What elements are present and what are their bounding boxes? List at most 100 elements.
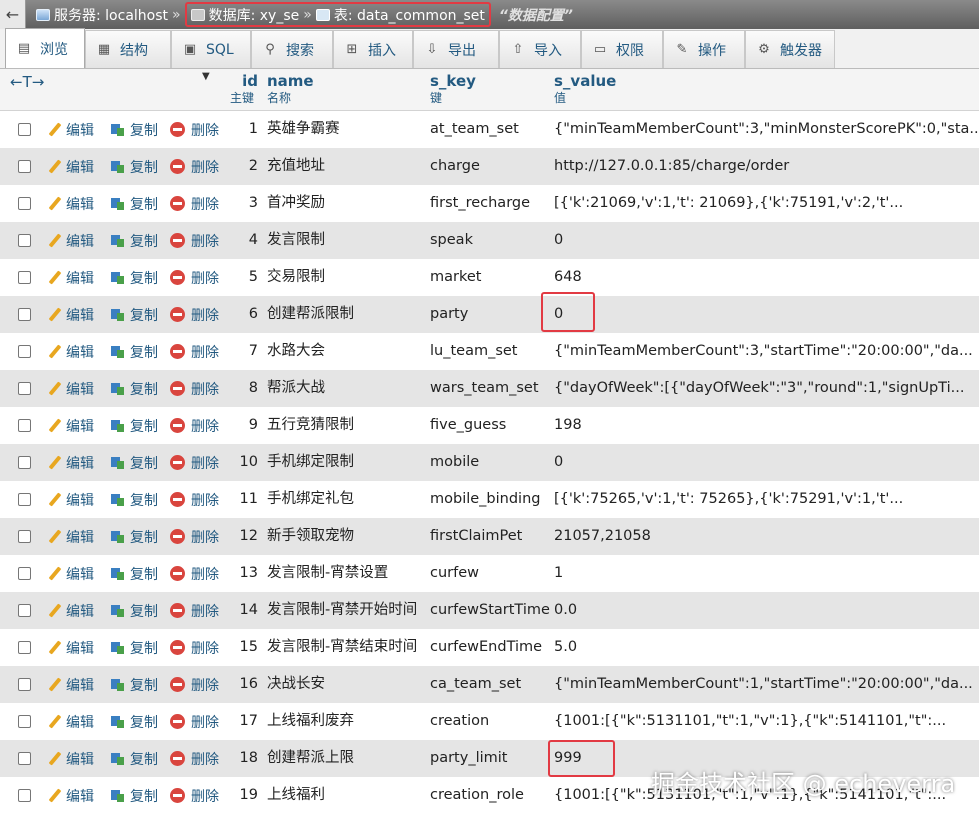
tab-import[interactable]: ⇧ 导入 [499, 30, 581, 68]
cell-name[interactable]: 手机绑定限制 [267, 444, 427, 481]
cell-name[interactable]: 决战长安 [267, 666, 427, 703]
cell-id[interactable]: 16 [228, 666, 258, 703]
cell-id[interactable]: 6 [228, 296, 258, 333]
cell-id[interactable]: 7 [228, 333, 258, 370]
table-label[interactable]: 表: data_common_set [334, 5, 485, 25]
delete-button[interactable]: 删除 [170, 407, 219, 444]
edit-button[interactable]: 编辑 [48, 185, 94, 222]
row-checkbox[interactable] [18, 123, 31, 136]
cell-s-value[interactable]: {1001:[{"k":5131101,"t":1,"v":1},{"k":51… [554, 703, 979, 740]
cell-id[interactable]: 14 [228, 592, 258, 629]
cell-s-key[interactable]: curfewStartTime [430, 592, 550, 629]
cell-name[interactable]: 发言限制-宵禁结束时间 [267, 629, 427, 666]
column-s-key[interactable]: s_key 键 [430, 72, 476, 106]
delete-button[interactable]: 删除 [170, 444, 219, 481]
cell-id[interactable]: 8 [228, 370, 258, 407]
delete-button[interactable]: 删除 [170, 333, 219, 370]
copy-button[interactable]: 复制 [110, 666, 158, 703]
edit-button[interactable]: 编辑 [48, 259, 94, 296]
copy-button[interactable]: 复制 [110, 185, 158, 222]
edit-button[interactable]: 编辑 [48, 407, 94, 444]
edit-button[interactable]: 编辑 [48, 666, 94, 703]
cell-s-key[interactable]: at_team_set [430, 111, 550, 148]
row-checkbox[interactable] [18, 345, 31, 358]
cell-s-key[interactable]: party_limit [430, 740, 550, 777]
delete-button[interactable]: 删除 [170, 629, 219, 666]
cell-name[interactable]: 上线福利废弃 [267, 703, 427, 740]
cell-name[interactable]: 创建帮派上限 [267, 740, 427, 777]
copy-button[interactable]: 复制 [110, 777, 158, 814]
copy-button[interactable]: 复制 [110, 111, 158, 148]
copy-button[interactable]: 复制 [110, 629, 158, 666]
cell-id[interactable]: 11 [228, 481, 258, 518]
delete-button[interactable]: 删除 [170, 777, 219, 814]
cell-s-key[interactable]: five_guess [430, 407, 550, 444]
cell-s-key[interactable]: lu_team_set [430, 333, 550, 370]
edit-button[interactable]: 编辑 [48, 444, 94, 481]
row-checkbox[interactable] [18, 160, 31, 173]
row-checkbox[interactable] [18, 715, 31, 728]
cell-s-value[interactable]: {"minTeamMemberCount":3,"minMonsterScore… [554, 111, 979, 148]
column-name[interactable]: name 名称 [267, 72, 314, 106]
copy-button[interactable]: 复制 [110, 148, 158, 185]
copy-button[interactable]: 复制 [110, 259, 158, 296]
column-s-key-name[interactable]: s_key [430, 72, 476, 90]
tab-sql[interactable]: ▣ SQL [171, 30, 251, 68]
cell-s-value[interactable]: {"minTeamMemberCount":1,"startTime":"20:… [554, 666, 979, 703]
tab-browse[interactable]: ▤ 浏览 [5, 28, 85, 68]
column-name-name[interactable]: name [267, 72, 314, 90]
breadcrumb-server[interactable]: 服务器: localhost [36, 5, 168, 25]
cell-s-value[interactable]: http://127.0.0.1:85/charge/order [554, 148, 979, 185]
column-id-name[interactable]: id [230, 72, 258, 90]
row-checkbox[interactable] [18, 234, 31, 247]
delete-button[interactable]: 删除 [170, 518, 219, 555]
cell-name[interactable]: 交易限制 [267, 259, 427, 296]
cell-s-value[interactable]: 1 [554, 555, 979, 592]
tab-search[interactable]: ⚲ 搜索 [251, 30, 333, 68]
row-checkbox[interactable] [18, 197, 31, 210]
cell-s-key[interactable]: speak [430, 222, 550, 259]
cell-s-key[interactable]: creation [430, 703, 550, 740]
cell-name[interactable]: 上线福利 [267, 777, 427, 814]
delete-button[interactable]: 删除 [170, 148, 219, 185]
cell-s-key[interactable]: ca_team_set [430, 666, 550, 703]
tab-privileges[interactable]: ▭ 权限 [581, 30, 663, 68]
edit-button[interactable]: 编辑 [48, 111, 94, 148]
delete-button[interactable]: 删除 [170, 481, 219, 518]
edit-button[interactable]: 编辑 [48, 703, 94, 740]
delete-button[interactable]: 删除 [170, 111, 219, 148]
tab-structure[interactable]: ▦ 结构 [85, 30, 171, 68]
row-checkbox[interactable] [18, 567, 31, 580]
back-arrow-icon[interactable]: ← [0, 0, 26, 29]
row-checkbox[interactable] [18, 789, 31, 802]
edit-button[interactable]: 编辑 [48, 333, 94, 370]
cell-s-key[interactable]: wars_team_set [430, 370, 550, 407]
cell-id[interactable]: 18 [228, 740, 258, 777]
cell-id[interactable]: 13 [228, 555, 258, 592]
cell-s-key[interactable]: mobile [430, 444, 550, 481]
edit-button[interactable]: 编辑 [48, 740, 94, 777]
cell-name[interactable]: 发言限制-宵禁设置 [267, 555, 427, 592]
cell-name[interactable]: 充值地址 [267, 148, 427, 185]
row-checkbox[interactable] [18, 382, 31, 395]
cell-name[interactable]: 帮派大战 [267, 370, 427, 407]
cell-s-key[interactable]: first_recharge [430, 185, 550, 222]
cell-s-key[interactable]: party [430, 296, 550, 333]
copy-button[interactable]: 复制 [110, 555, 158, 592]
edit-button[interactable]: 编辑 [48, 481, 94, 518]
cell-name[interactable]: 创建帮派限制 [267, 296, 427, 333]
row-checkbox[interactable] [18, 530, 31, 543]
column-id[interactable]: id 主键 [230, 72, 258, 106]
cell-name[interactable]: 五行竞猜限制 [267, 407, 427, 444]
cell-s-key[interactable]: charge [430, 148, 550, 185]
edit-button[interactable]: 编辑 [48, 592, 94, 629]
delete-button[interactable]: 删除 [170, 666, 219, 703]
cell-s-value[interactable]: {"dayOfWeek":[{"dayOfWeek":"3","round":1… [554, 370, 979, 407]
cell-s-value[interactable]: 21057,21058 [554, 518, 979, 555]
copy-button[interactable]: 复制 [110, 481, 158, 518]
copy-button[interactable]: 复制 [110, 407, 158, 444]
copy-button[interactable]: 复制 [110, 222, 158, 259]
delete-button[interactable]: 删除 [170, 555, 219, 592]
row-checkbox[interactable] [18, 678, 31, 691]
database-label[interactable]: 数据库: xy_se [209, 5, 300, 25]
